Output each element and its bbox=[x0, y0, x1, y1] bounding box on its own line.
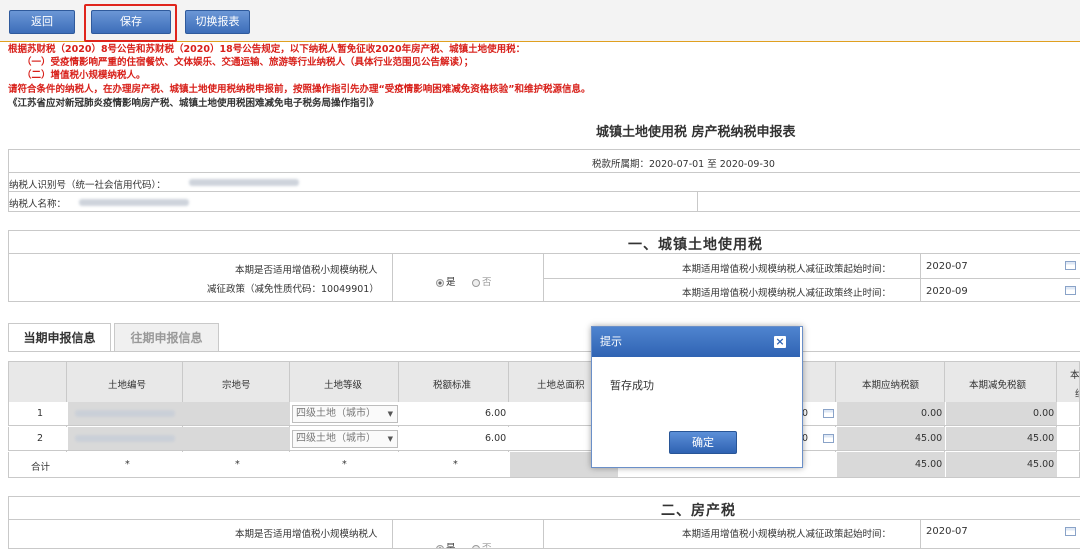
form-title: 城镇土地使用税 房产税纳税申报表 bbox=[596, 121, 796, 140]
col-tax-standard: 税额标准 bbox=[433, 377, 471, 391]
tax-relief: 0.00 bbox=[1033, 408, 1054, 419]
calendar-icon[interactable] bbox=[1065, 261, 1076, 270]
total-label: 合计 bbox=[31, 459, 50, 473]
dialog-header: 提示 × bbox=[592, 327, 800, 357]
section1-title: 一、城镇土地使用税 bbox=[628, 234, 763, 254]
row-number: 1 bbox=[37, 408, 43, 419]
calendar-icon[interactable] bbox=[1065, 286, 1076, 295]
policy-start-label: 本期适用增值税小规模纳税人减征政策起始时间： bbox=[682, 526, 891, 540]
land-grade-select[interactable]: 四级土地（城市）▼ bbox=[292, 430, 398, 448]
calendar-icon[interactable] bbox=[823, 434, 834, 443]
parcel-number bbox=[184, 427, 290, 450]
notice-line-2: （一）受疫情影响严重的住宿餐饮、文体娱乐、交通运输、旅游等行业纳税人（具体行业范… bbox=[22, 57, 473, 68]
table-row: 2 四级土地（城市）▼ 6.00 0 45.00 45.00 bbox=[8, 427, 1080, 451]
taxpayer-name-label: 纳税人名称： bbox=[9, 196, 66, 210]
policy-end-label: 本期适用增值税小规模纳税人减征政策终止时间： bbox=[682, 285, 891, 299]
parcel-number bbox=[184, 402, 290, 425]
tax-due: 0.00 bbox=[921, 408, 942, 419]
taxpayer-name-row: 纳税人名称： bbox=[8, 191, 1080, 212]
section2-title: 二、房产税 bbox=[661, 500, 736, 520]
notice-line-4: 请符合条件的纳税人，在办理房产税、城镇土地使用税纳税申报前，按照操作指引先办理“… bbox=[8, 84, 591, 95]
table-row: 1 四级土地（城市）▼ 6.00 0 0.00 0.00 bbox=[8, 402, 1080, 426]
taxpayer-id-value bbox=[189, 179, 299, 186]
radio-yes[interactable]: 是 bbox=[436, 274, 456, 288]
table-total-row: 合计 * * * * 30.00 * * 45.00 45.00 bbox=[8, 452, 1080, 478]
close-icon[interactable]: × bbox=[774, 336, 786, 348]
section1-header: 一、城镇土地使用税 bbox=[8, 230, 1080, 254]
policy-start-input[interactable]: 2020-07 bbox=[926, 526, 968, 537]
land-number bbox=[75, 410, 175, 417]
radio-yes-dot[interactable] bbox=[436, 279, 444, 287]
confirm-button[interactable]: 确定 bbox=[669, 431, 737, 454]
col-tax-relief: 本期减免税额 bbox=[969, 377, 1026, 391]
col-land-grade: 土地等级 bbox=[324, 377, 362, 391]
tax-period: 税款所属期：2020-07-01 至 2020-09-30 bbox=[592, 156, 775, 170]
policy-question-line2: 减征政策（减免性质代码：10049901） bbox=[207, 281, 379, 295]
period-row: 税款所属期：2020-07-01 至 2020-09-30 bbox=[8, 149, 1080, 173]
col-land-area: 土地总面积 bbox=[537, 377, 585, 391]
radio-no-dot[interactable] bbox=[472, 545, 480, 549]
alert-dialog: 提示 × 暂存成功 确定 bbox=[591, 326, 803, 468]
tax-due: 45.00 bbox=[915, 433, 942, 444]
policy-end-input[interactable]: 2020-09 bbox=[926, 286, 968, 297]
policy-start-label: 本期适用增值税小规模纳税人减征政策起始时间： bbox=[682, 261, 891, 275]
radio-no[interactable]: 否 bbox=[472, 274, 492, 288]
tax-standard: 6.00 bbox=[485, 408, 506, 419]
col-extra: 本 bbox=[1070, 367, 1080, 381]
tab-underline bbox=[8, 351, 1080, 352]
table-header: 土地编号 宗地号 土地等级 税额标准 土地总面积 本期应纳税额 本期减免税额 本… bbox=[8, 361, 1080, 403]
guide-link[interactable]: 《江苏省应对新冠肺炎疫情影响房产税、城镇土地使用税困难减免电子税务局操作指引》 bbox=[8, 98, 379, 109]
chevron-down-icon: ▼ bbox=[388, 431, 393, 447]
toolbar: 返回 保存 切换报表 bbox=[0, 0, 1080, 42]
section2-header: 二、房产税 bbox=[8, 496, 1080, 520]
notice-line-1: 根据苏财税（2020）8号公告和苏财税（2020）18号公告规定，以下纳税人暂免… bbox=[8, 44, 525, 55]
policy-start-input[interactable]: 2020-07 bbox=[926, 261, 968, 272]
radio-no-dot[interactable] bbox=[472, 279, 480, 287]
switch-report-button[interactable]: 切换报表 bbox=[185, 10, 250, 34]
tab-previous-declaration[interactable]: 往期申报信息 bbox=[114, 323, 219, 351]
dialog-message: 暂存成功 bbox=[610, 377, 654, 393]
col-extra-tail: 纳 bbox=[1075, 386, 1080, 400]
taxpayer-name-value bbox=[79, 199, 189, 206]
policy-question-line1: 本期是否适用增值税小规模纳税人 bbox=[235, 526, 378, 540]
notice-line-3: （二）增值税小规模纳税人。 bbox=[22, 70, 146, 81]
total-tax-relief: 45.00 bbox=[1027, 459, 1054, 470]
land-grade-select[interactable]: 四级土地（城市）▼ bbox=[292, 405, 398, 423]
land-number bbox=[75, 435, 175, 442]
divider bbox=[697, 192, 698, 212]
col-parcel-no: 宗地号 bbox=[222, 377, 251, 391]
calendar-icon[interactable] bbox=[823, 409, 834, 418]
taxpayer-id-row: 纳税人识别号（统一社会信用代码）： bbox=[8, 172, 1080, 192]
back-button[interactable]: 返回 bbox=[9, 10, 75, 34]
save-button[interactable]: 保存 bbox=[91, 10, 171, 34]
section1-policy-row: 本期是否适用增值税小规模纳税人 减征政策（减免性质代码：10049901） 是 … bbox=[8, 253, 1080, 302]
col-tax-due: 本期应纳税额 bbox=[862, 377, 919, 391]
total-tax-due: 45.00 bbox=[915, 459, 942, 470]
calendar-icon[interactable] bbox=[1065, 527, 1076, 536]
taxpayer-id-label: 纳税人识别号（统一社会信用代码）： bbox=[9, 177, 166, 191]
tax-standard: 6.00 bbox=[485, 433, 506, 444]
tab-current-declaration[interactable]: 当期申报信息 bbox=[8, 323, 111, 351]
chevron-down-icon: ▼ bbox=[388, 406, 393, 422]
col-land-no: 土地编号 bbox=[108, 377, 146, 391]
row-number: 2 bbox=[37, 433, 43, 444]
dialog-title: 提示 bbox=[600, 327, 622, 357]
tax-relief: 45.00 bbox=[1027, 433, 1054, 444]
policy-question-line1: 本期是否适用增值税小规模纳税人 bbox=[235, 262, 378, 276]
radio-yes-dot[interactable] bbox=[436, 545, 444, 549]
